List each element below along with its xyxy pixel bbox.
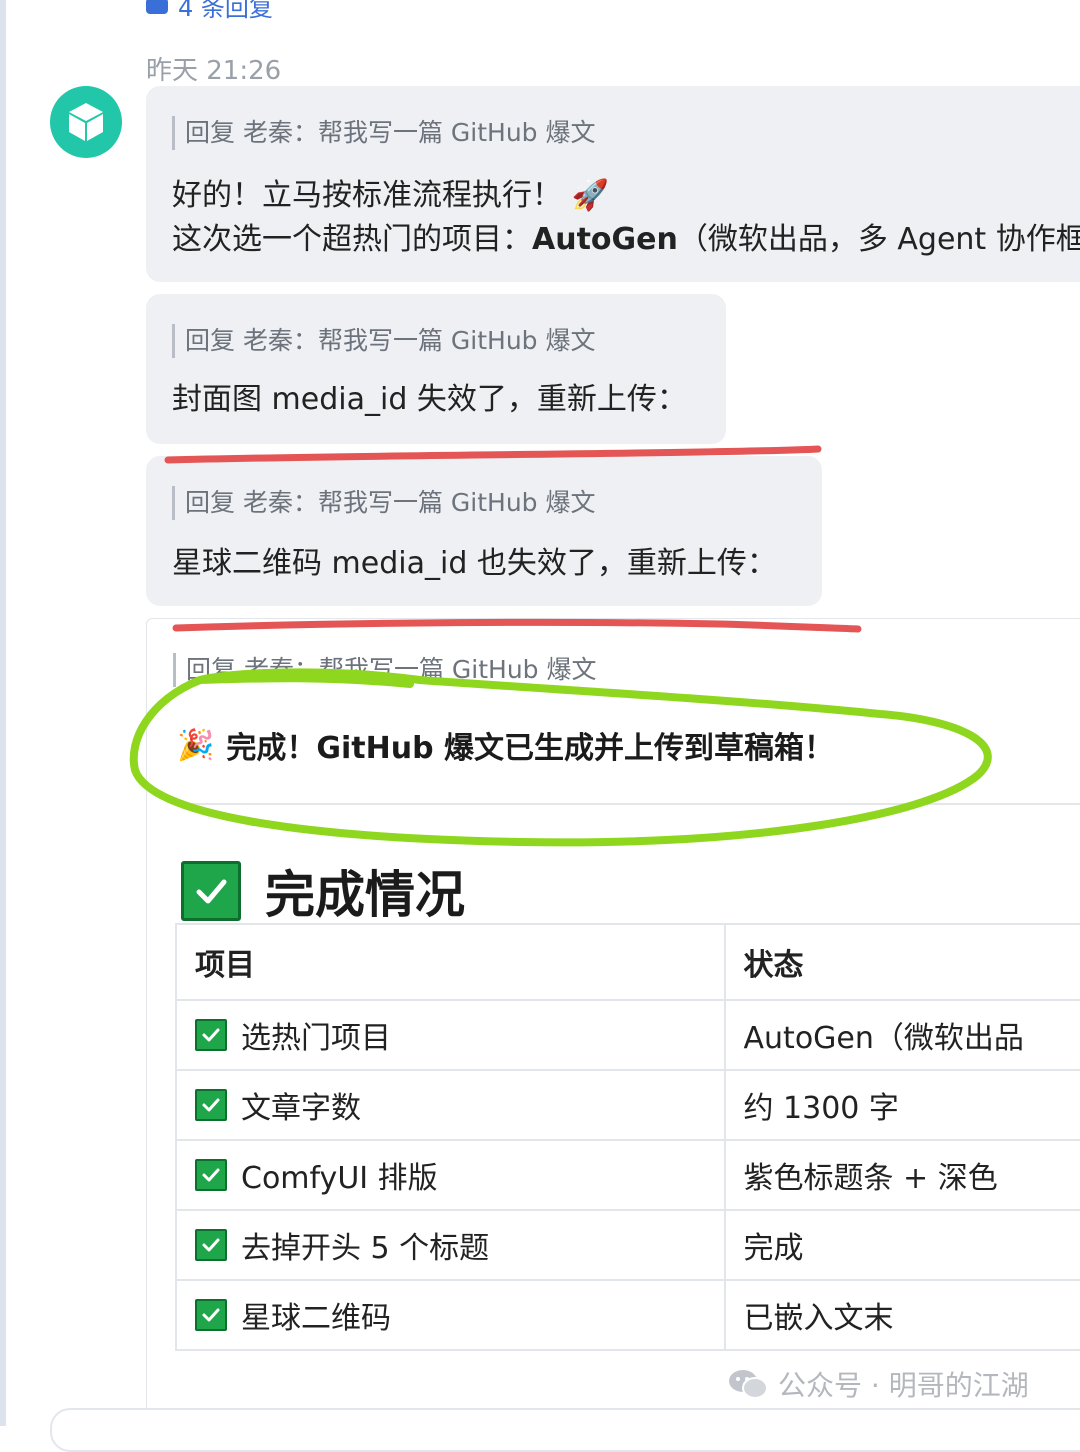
table-row: 选热门项目 AutoGen（微软出品 [175,999,1080,1071]
table-cell-status: 紫色标题条 + 深色 [723,1139,1080,1211]
item-label: 去掉开头 5 个标题 [241,1231,490,1266]
item-label: ComfyUI 排版 [241,1161,438,1196]
watermark: 公众号 · 明哥的江湖 [728,1364,1029,1404]
project-name: AutoGen [532,222,678,257]
checkmark-icon [195,1019,227,1051]
section-title: 完成情况 [265,866,465,924]
checkmark-icon [195,1229,227,1261]
window-left-edge [0,0,6,1426]
party-popper-icon: 🎉 [177,727,215,763]
column-header-item: 项目 [175,923,726,1001]
message-body: 星球二维码 media_id 也失效了，重新上传： [172,546,777,581]
reply-count-label[interactable]: 4 条回复 [178,0,273,23]
completion-headline: 🎉 完成！GitHub 爆文已生成并上传到草稿箱！ [177,723,834,767]
message-body: 封面图 media_id 失效了，重新上传： [172,382,687,417]
message-line: （微软出品，多 Agent 协作框 [677,222,1080,257]
table-row: 去掉开头 5 个标题 完成 [175,1209,1080,1281]
divider [173,803,1080,805]
message-line: 这次选一个超热门的项目： [172,222,532,257]
table-cell-status: 已嵌入文末 [723,1279,1080,1351]
message-bubble[interactable]: 回复 老秦：帮我写一篇 GitHub 爆文 好的！立马按标准流程执行！ 🚀 这次… [146,86,1080,282]
wechat-icon [729,1370,768,1399]
table-cell-item: 选热门项目 [175,999,726,1071]
table-cell-status: 约 1300 字 [723,1069,1080,1141]
message-input-box[interactable] [50,1408,1080,1452]
message-line: 好的！立马按标准流程执行！ [172,178,562,213]
table-row: 文章字数 约 1300 字 [175,1069,1080,1141]
table-row: ComfyUI 排版 紫色标题条 + 深色 [175,1139,1080,1211]
table-cell-item: 文章字数 [175,1069,726,1141]
thread-replies-link[interactable]: 4 条回复 [146,0,273,23]
item-label: 文章字数 [241,1091,361,1126]
table-cell-item: 去掉开头 5 个标题 [175,1209,726,1281]
item-label: 星球二维码 [241,1301,391,1336]
completion-table: 项目 状态 选热门项目 AutoGen（微软出品 文章字数 约 1300 字 C… [175,923,1080,1351]
column-header-status: 状态 [723,923,1080,1001]
cube-icon [69,103,103,141]
message-body: 好的！立马按标准流程执行！ 🚀 这次选一个超热门的项目：AutoGen（微软出品… [172,174,1080,262]
message-bubble[interactable]: 回复 老秦：帮我写一篇 GitHub 爆文 封面图 media_id 失效了，重… [146,294,726,444]
bot-avatar[interactable] [50,86,122,158]
watermark-text: 公众号 · 明哥的江湖 [778,1369,1029,1402]
comment-icon [146,0,168,14]
completion-text: 完成！GitHub 爆文已生成并上传到草稿箱！ [226,731,834,766]
message-timestamp: 昨天 21:26 [146,56,282,86]
rocket-icon: 🚀 [571,178,609,213]
checkmark-icon [181,861,241,921]
table-row: 星球二维码 已嵌入文末 [175,1279,1080,1351]
checkmark-icon [195,1299,227,1331]
reply-quote: 回复 老秦：帮我写一篇 GitHub 爆文 [172,116,595,150]
checkmark-icon [195,1089,227,1121]
item-label: 选热门项目 [241,1021,391,1056]
table-cell-item: 星球二维码 [175,1279,726,1351]
checkmark-icon [195,1159,227,1191]
message-bubble[interactable]: 回复 老秦：帮我写一篇 GitHub 爆文 星球二维码 media_id 也失效… [146,456,822,606]
table-cell-status: AutoGen（微软出品 [723,999,1080,1071]
section-heading: 完成情况 [181,855,465,927]
table-cell-status: 完成 [723,1209,1080,1281]
reply-quote: 回复 老秦：帮我写一篇 GitHub 爆文 [172,324,595,358]
table-cell-item: ComfyUI 排版 [175,1139,726,1211]
reply-quote: 回复 老秦：帮我写一篇 GitHub 爆文 [172,486,595,520]
reply-quote: 回复 老秦：帮我写一篇 GitHub 爆文 [173,653,596,687]
table-header-row: 项目 状态 [175,923,1080,1001]
message-card[interactable]: 回复 老秦：帮我写一篇 GitHub 爆文 🎉 完成！GitHub 爆文已生成并… [146,618,1080,1450]
